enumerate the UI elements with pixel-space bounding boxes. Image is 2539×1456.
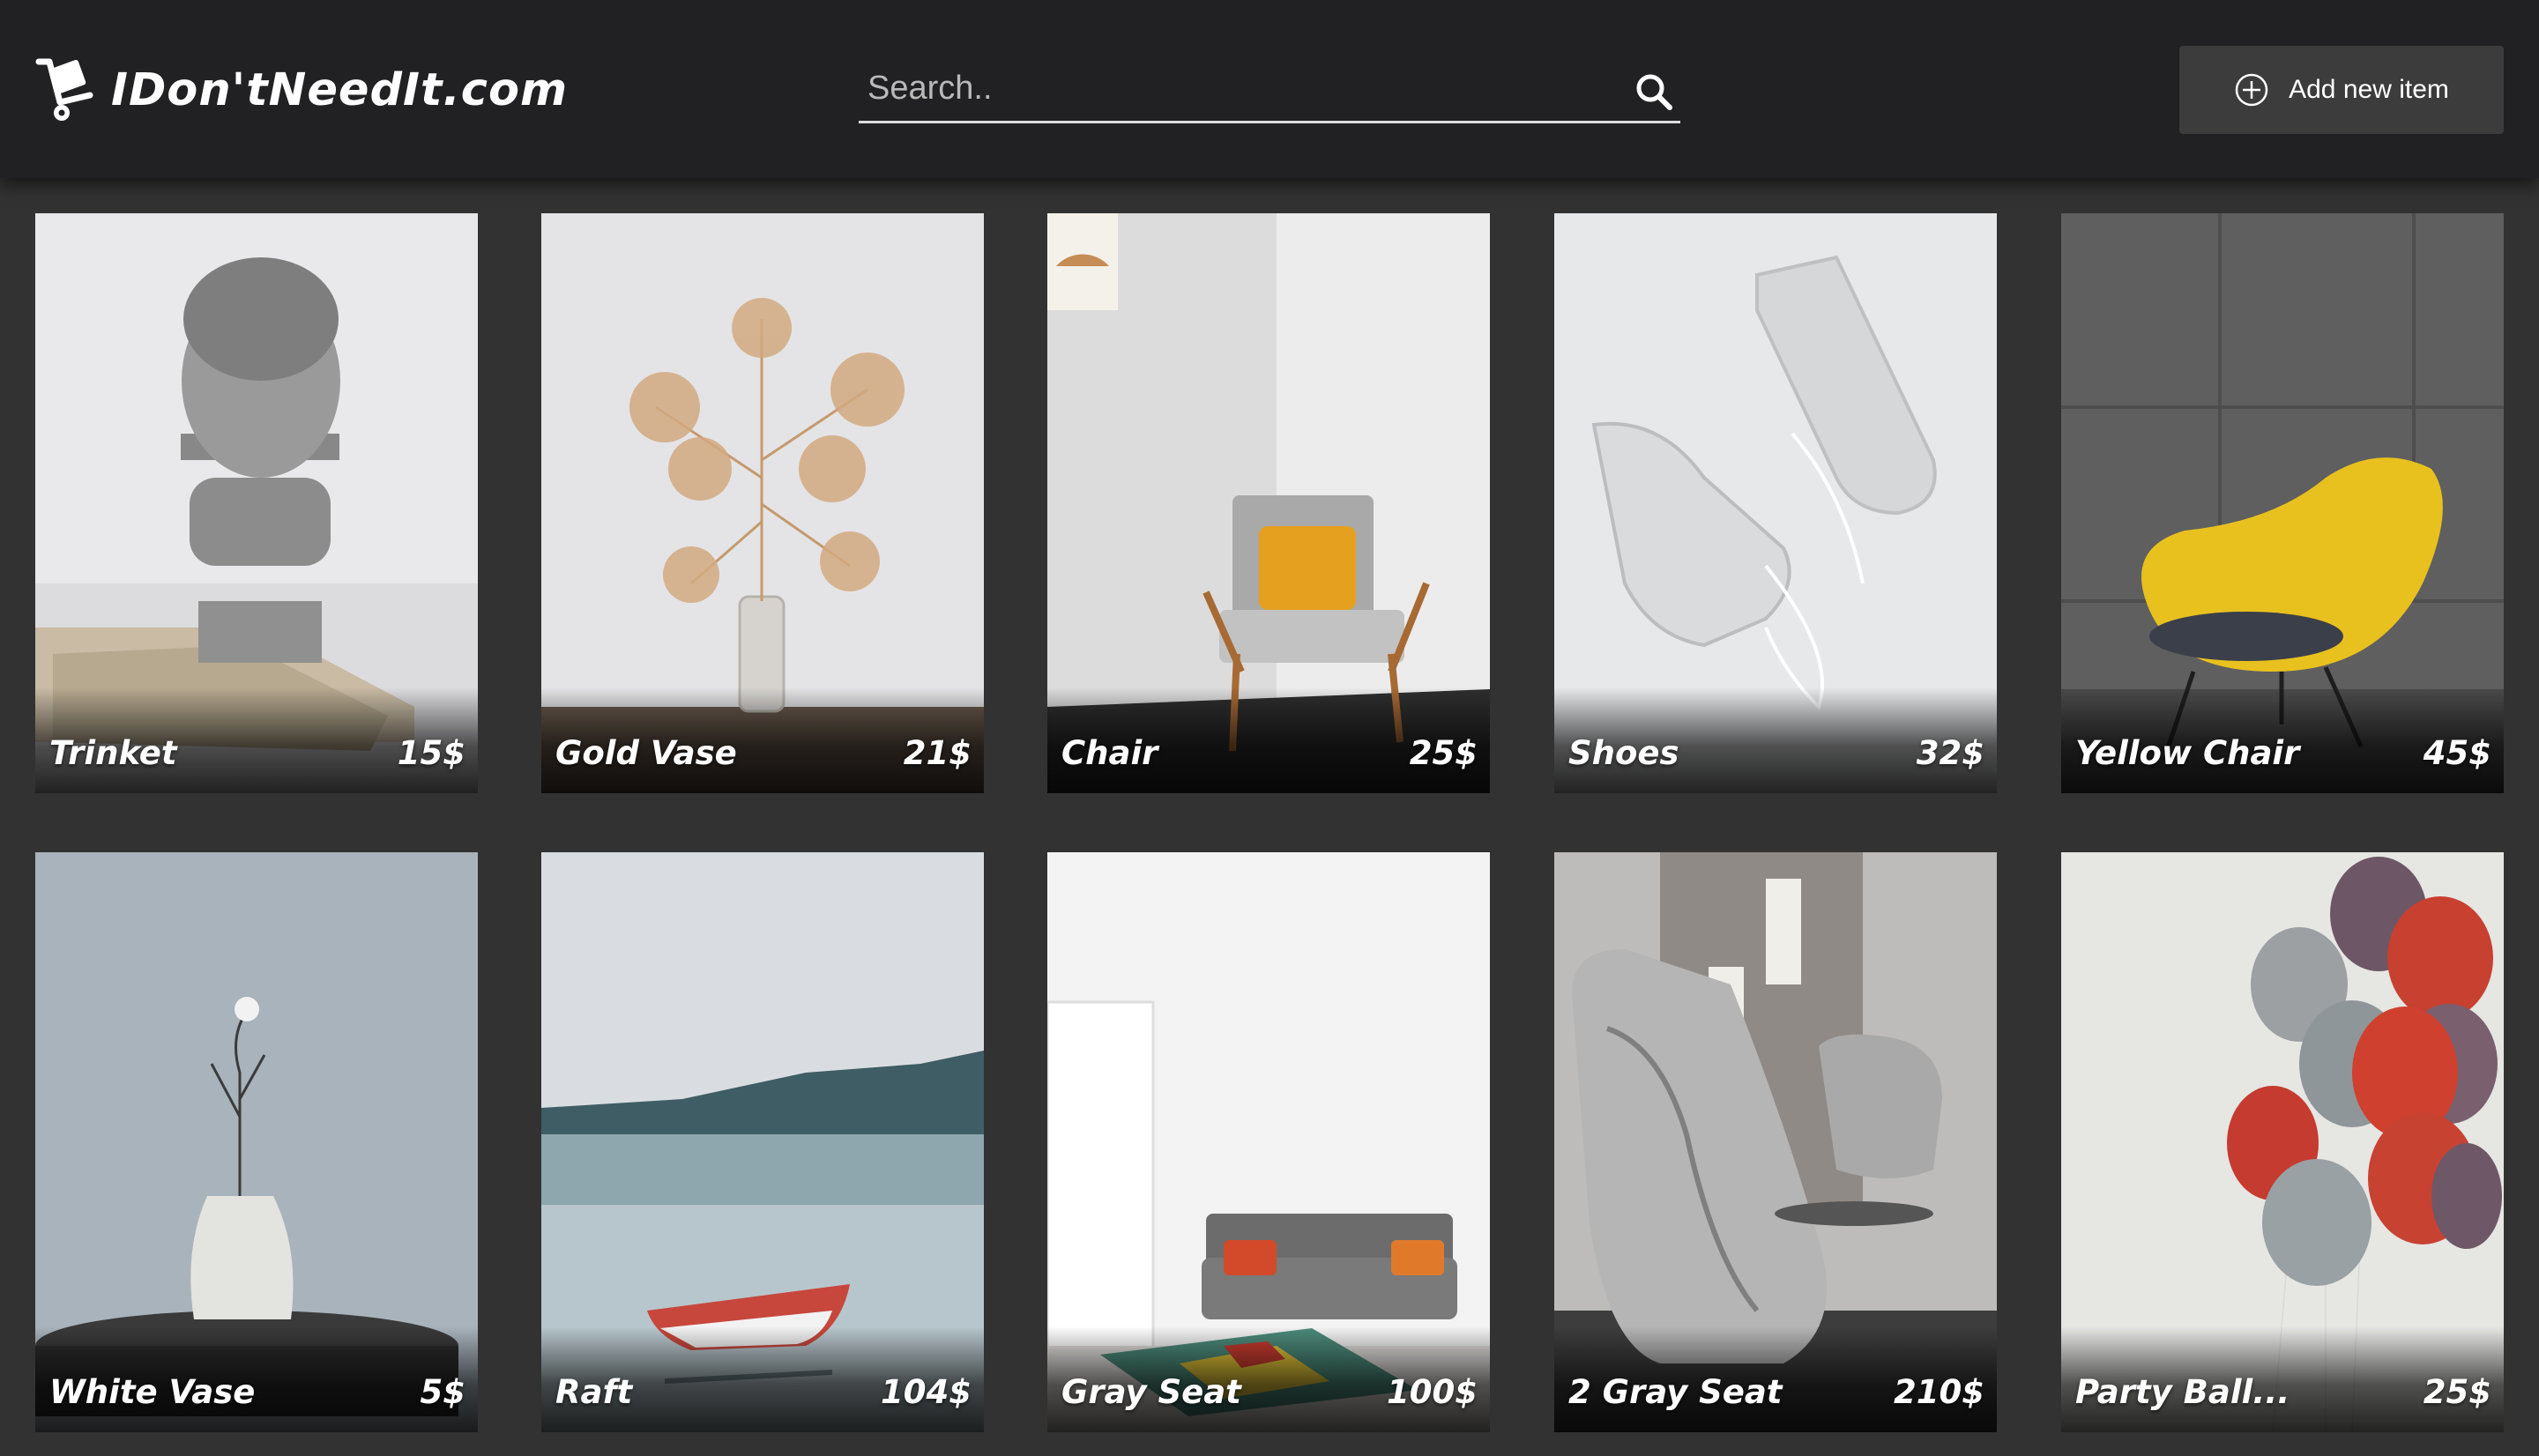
item-price: 45$ <box>2423 734 2491 772</box>
add-new-item-button[interactable]: Add new item <box>2179 46 2504 134</box>
plus-circle-icon <box>2235 73 2268 107</box>
item-name: Chair <box>1061 734 1158 772</box>
item-price: 15$ <box>397 734 465 772</box>
add-new-item-label: Add new item <box>2289 75 2449 104</box>
item-card-trinket[interactable]: Trinket 15$ <box>35 213 478 793</box>
item-name: Party Ball... <box>2075 1373 2290 1411</box>
hand-truck-box-icon <box>35 58 93 121</box>
item-card-2-gray-seat[interactable]: 2 Gray Seat 210$ <box>1554 852 1997 1432</box>
item-name: White Vase <box>49 1373 256 1411</box>
item-price: 25$ <box>2423 1373 2491 1411</box>
item-price: 21$ <box>903 734 972 772</box>
item-price: 210$ <box>1894 1373 1984 1411</box>
item-name: Gray Seat <box>1061 1373 1241 1411</box>
item-card-chair[interactable]: Chair 25$ <box>1047 213 1490 793</box>
item-price: 5$ <box>420 1373 466 1411</box>
item-name: Gold Vase <box>555 734 737 772</box>
item-price: 32$ <box>1916 734 1984 772</box>
item-name: Trinket <box>49 734 177 772</box>
item-price: 25$ <box>1409 734 1478 772</box>
logo-text: IDon'tNeedIt.com <box>111 63 569 116</box>
item-card-raft[interactable]: Raft 104$ <box>541 852 984 1432</box>
search-input[interactable] <box>867 56 1590 120</box>
item-card-shoes[interactable]: Shoes 32$ <box>1554 213 1997 793</box>
top-bar: IDon'tNeedIt.com Add new item <box>0 0 2539 178</box>
item-card-party-balloons[interactable]: Party Ball... 25$ <box>2061 852 2504 1432</box>
item-card-white-vase[interactable]: White Vase 5$ <box>35 852 478 1432</box>
item-name: Raft <box>555 1373 633 1411</box>
item-card-yellow-chair[interactable]: Yellow Chair 45$ <box>2061 213 2504 793</box>
item-name: Yellow Chair <box>2075 734 2300 772</box>
search-icon[interactable] <box>1633 71 1675 113</box>
item-price: 104$ <box>881 1373 972 1411</box>
item-name: 2 Gray Seat <box>1568 1373 1783 1411</box>
item-card-gray-seat[interactable]: Gray Seat 100$ <box>1047 852 1490 1432</box>
item-price: 100$ <box>1387 1373 1478 1411</box>
search-bar <box>859 56 1680 123</box>
item-name: Shoes <box>1568 734 1679 772</box>
site-logo[interactable]: IDon'tNeedIt.com <box>35 56 568 123</box>
item-card-gold-vase[interactable]: Gold Vase 21$ <box>541 213 984 793</box>
